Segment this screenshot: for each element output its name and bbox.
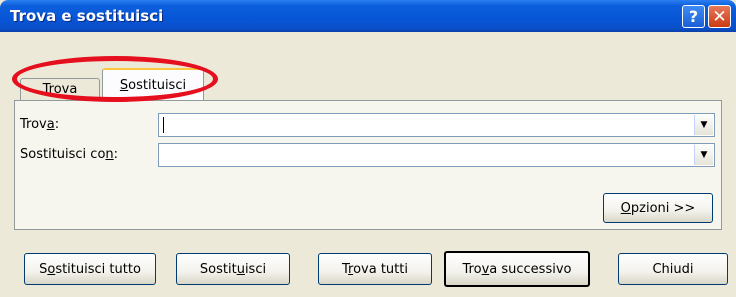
find-label: Trova: bbox=[20, 117, 60, 132]
replace-label-text: Sostituisci bbox=[199, 261, 267, 277]
find-all-button[interactable]: Trova tutti bbox=[318, 253, 432, 285]
replace-combobox[interactable]: ▼ bbox=[158, 143, 715, 167]
close-button-label: Chiudi bbox=[652, 261, 694, 277]
window-title: Trova e sostituisci bbox=[10, 7, 164, 25]
find-dropdown-chevron-down-icon[interactable]: ▼ bbox=[694, 115, 713, 135]
replace-all-label: Sostituisci tutto bbox=[39, 261, 141, 277]
replace-button[interactable]: Sostituisci bbox=[176, 253, 290, 285]
find-next-label: Trova successivo bbox=[462, 261, 572, 277]
find-combobox[interactable]: ▼ bbox=[158, 113, 715, 137]
replace-dropdown-chevron-down-icon[interactable]: ▼ bbox=[694, 145, 713, 165]
replace-all-button[interactable]: Sostituisci tutto bbox=[24, 253, 156, 285]
find-all-label: Trova tutti bbox=[342, 261, 408, 277]
close-button[interactable]: Chiudi bbox=[618, 253, 728, 285]
help-icon[interactable]: ? bbox=[682, 5, 705, 28]
options-button[interactable]: Opzioni >> bbox=[603, 193, 713, 223]
options-label: Opzioni >> bbox=[620, 200, 696, 216]
close-icon[interactable]: ✕ bbox=[708, 5, 731, 28]
find-next-button[interactable]: Trova successivo bbox=[444, 251, 590, 287]
close-label: ✕ bbox=[712, 6, 727, 27]
help-label: ? bbox=[688, 7, 699, 26]
find-replace-dialog: Trova e sostituisci ? ✕ Trova Sostituisc… bbox=[0, 0, 736, 297]
highlight-annotation bbox=[12, 56, 218, 102]
text-caret bbox=[163, 117, 164, 133]
title-bar[interactable]: Trova e sostituisci ? ✕ bbox=[0, 0, 736, 32]
replace-label: Sostituisci con: bbox=[20, 147, 119, 162]
